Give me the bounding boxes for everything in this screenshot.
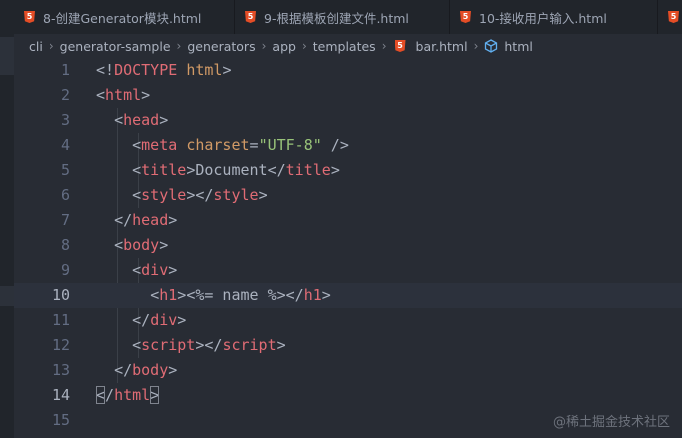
code-text: <meta charset="UTF-8" /> <box>132 136 349 154</box>
code-text: <!DOCTYPE html> <box>96 61 232 79</box>
line-number: 4 <box>60 136 70 154</box>
html5-icon: 5 <box>245 11 256 23</box>
watermark: @稀土掘金技术社区 <box>552 415 670 430</box>
code-text: <html> <box>96 86 151 104</box>
line-number: 10 <box>51 286 70 304</box>
breadcrumb-item-templates[interactable]: templates <box>313 39 376 54</box>
code-line: 5 <title>Document</title> <box>14 158 682 183</box>
line-number: 12 <box>51 336 70 354</box>
code-text: <head> <box>114 111 169 129</box>
tab-10-receive-input[interactable]: 5 10-接收用户输入.html <box>450 0 658 34</box>
html5-icon: 5 <box>668 11 679 23</box>
breadcrumb-item-cli[interactable]: cli <box>29 39 43 54</box>
tab-bar-html[interactable]: 5 b <box>658 0 682 34</box>
breadcrumb-item-symbol[interactable]: html <box>504 39 532 54</box>
line-number: 5 <box>60 161 70 179</box>
code-line: 9 <div> <box>14 258 682 283</box>
code-text: <body> <box>114 236 169 254</box>
code-line: 13 </body> <box>14 358 682 383</box>
code-line: 2 <html> <box>14 83 682 108</box>
tab-bar: 5 8-创建Generator模块.html 5 9-根据模板创建文件.html… <box>14 0 682 34</box>
breadcrumb-item-generators[interactable]: generators <box>187 39 255 54</box>
code-line: 11 </div> <box>14 308 682 333</box>
code-line: 8 <body> <box>14 233 682 258</box>
code-text: <h1><%= name %></h1> <box>150 286 331 304</box>
line-number: 2 <box>60 86 70 104</box>
code-line: 1 <!DOCTYPE html> <box>14 58 682 83</box>
line-number: 9 <box>60 261 70 279</box>
line-number: 13 <box>51 361 70 379</box>
chevron-right-icon: › <box>381 39 387 53</box>
tab-label: 8-创建Generator模块.html <box>43 10 202 26</box>
code-line-active: 10 <h1><%= name %></h1> <box>14 283 682 308</box>
chevron-right-icon: › <box>48 39 54 53</box>
chevron-right-icon: › <box>261 39 267 53</box>
breadcrumb: cli › generator-sample › generators › ap… <box>14 34 682 58</box>
code-line: 6 <style></style> <box>14 183 682 208</box>
code-text: <title>Document</title> <box>132 161 340 179</box>
bracket-match: < <box>96 386 106 404</box>
line-number: 14 <box>51 386 70 404</box>
code-line: 12 <script></script> <box>14 333 682 358</box>
code-line: 4 <meta charset="UTF-8" /> <box>14 133 682 158</box>
code-line: 3 <head> <box>14 108 682 133</box>
bracket-match: > <box>150 386 160 404</box>
chevron-right-icon: › <box>176 39 182 53</box>
line-number: 3 <box>60 111 70 129</box>
tab-8-create-generator[interactable]: 5 8-创建Generator模块.html <box>14 0 235 34</box>
breadcrumb-item-generator-sample[interactable]: generator-sample <box>60 39 171 54</box>
tab-label: 9-根据模板创建文件.html <box>264 10 409 26</box>
code-text: </body> <box>114 361 178 379</box>
breadcrumb-item-app[interactable]: app <box>272 39 296 54</box>
line-number: 7 <box>60 211 70 229</box>
code-text: <div> <box>132 261 178 279</box>
html5-icon: 5 <box>460 11 471 23</box>
code-text: </div> <box>132 311 187 329</box>
line-number: 1 <box>60 61 70 79</box>
tab-9-create-from-template[interactable]: 5 9-根据模板创建文件.html <box>235 0 450 34</box>
breadcrumb-item-file[interactable]: bar.html <box>416 39 468 54</box>
code-text: <script></script> <box>132 336 286 354</box>
code-line: 7 </head> <box>14 208 682 233</box>
line-number: 6 <box>60 186 70 204</box>
code-line: 14 </html> <box>14 383 682 408</box>
chevron-right-icon: › <box>301 39 307 53</box>
code-editor[interactable]: 1 <!DOCTYPE html> 2 <html> 3 <head> 4 <m… <box>14 58 682 438</box>
line-number: 8 <box>60 236 70 254</box>
code-text: </head> <box>114 211 178 229</box>
code-text: </html> <box>96 386 160 404</box>
line-number: 15 <box>51 411 70 429</box>
activity-bar-highlight <box>0 37 14 75</box>
html5-icon: 5 <box>24 11 35 23</box>
tab-label: 10-接收用户输入.html <box>479 10 607 26</box>
chevron-right-icon: › <box>473 39 479 53</box>
symbol-cube-icon <box>484 39 498 53</box>
line-number: 11 <box>51 311 70 329</box>
code-text: <style></style> <box>132 186 268 204</box>
html5-icon: 5 <box>394 40 406 52</box>
editor-window: 5 8-创建Generator模块.html 5 9-根据模板创建文件.html… <box>0 0 682 438</box>
activity-bar-highlight <box>0 286 14 306</box>
